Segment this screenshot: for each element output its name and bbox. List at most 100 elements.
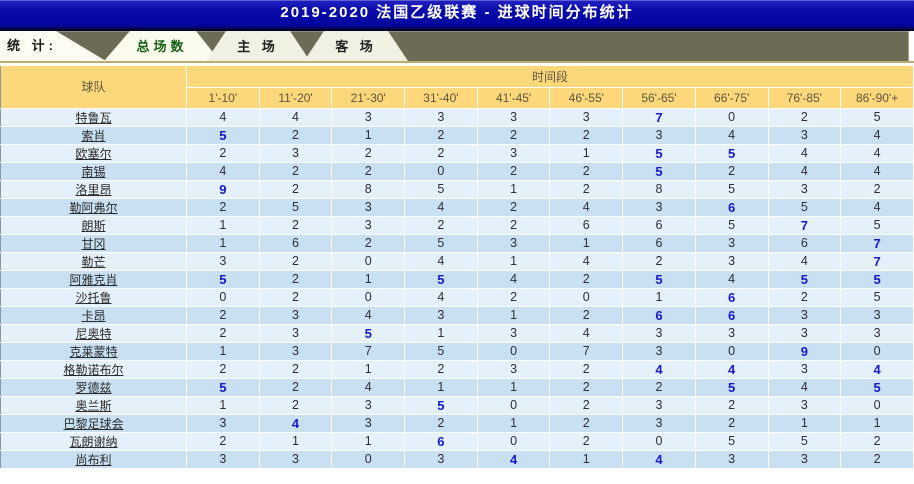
goal-count-cell: 2 [477, 216, 551, 235]
goal-count-cell: 5 [840, 378, 914, 397]
page-title: 2019-2020 法国乙级联赛 - 进球时间分布统计 [280, 4, 634, 21]
goal-count-cell: 2 [549, 414, 624, 433]
table-row: 巴黎足球会 3 4 3 2 1 2 3 2 1 1 [0, 414, 914, 433]
team-link[interactable]: 甘冈 [81, 237, 105, 251]
team-link[interactable]: 巴黎足球会 [63, 417, 123, 431]
goal-count-cell: 4 [549, 324, 624, 343]
goal-count-cell: 3 [331, 216, 406, 235]
goal-count-cell: 5 [404, 396, 478, 415]
team-cell: 尚布利 [0, 450, 187, 469]
table-row: 欧塞尔 2 3 2 2 3 1 5 5 4 4 [0, 144, 914, 163]
team-link[interactable]: 格勒诺布尔 [63, 363, 123, 377]
team-link[interactable]: 卡昂 [81, 309, 105, 323]
team-cell: 索肖 [0, 126, 187, 145]
time-column-header: 66'-75' [695, 87, 769, 109]
goal-count-cell: 4 [186, 162, 260, 181]
goal-count-cell: 4 [840, 144, 914, 163]
goal-count-cell: 5 [840, 270, 914, 289]
team-link[interactable]: 克莱蒙特 [69, 345, 117, 359]
goal-count-cell: 3 [840, 324, 914, 343]
team-cell: 洛里昂 [0, 180, 187, 199]
goal-count-cell: 5 [840, 288, 914, 307]
goal-count-cell: 5 [695, 432, 769, 451]
tab-home[interactable]: 主 场 [206, 31, 310, 61]
goal-count-cell: 4 [404, 288, 478, 307]
team-link[interactable]: 特鲁瓦 [75, 111, 111, 125]
goal-count-cell: 5 [186, 270, 260, 289]
goal-count-cell: 0 [477, 432, 551, 451]
goal-count-cell: 3 [331, 108, 406, 127]
goal-count-cell: 2 [404, 144, 478, 163]
goal-count-cell: 4 [695, 360, 769, 379]
goal-count-cell: 3 [622, 414, 696, 433]
goal-count-cell: 2 [840, 450, 914, 469]
goal-count-cell: 2 [259, 378, 333, 397]
table-row: 南锡 4 2 2 0 2 2 5 2 4 4 [0, 162, 914, 181]
team-link[interactable]: 奥兰斯 [75, 399, 111, 413]
team-link[interactable]: 沙托鲁 [75, 291, 111, 305]
goal-count-cell: 0 [331, 252, 406, 271]
tab-total-matches[interactable]: 总场数 [104, 31, 220, 61]
goal-count-cell: 5 [404, 180, 478, 199]
goal-count-cell: 0 [840, 342, 914, 361]
team-link[interactable]: 欧塞尔 [75, 147, 111, 161]
goal-count-cell: 6 [695, 198, 769, 217]
time-column-header: 46'-55' [549, 87, 624, 109]
team-link[interactable]: 罗德兹 [75, 381, 111, 395]
goal-count-cell: 2 [477, 126, 551, 145]
team-cell: 巴黎足球会 [0, 414, 187, 433]
goal-count-cell: 2 [404, 360, 478, 379]
team-link[interactable]: 南锡 [81, 165, 105, 179]
time-column-header: 41'-45' [477, 87, 551, 109]
goal-count-cell: 2 [622, 378, 696, 397]
tab-away[interactable]: 客 场 [304, 31, 408, 61]
team-link[interactable]: 勒阿弗尔 [69, 201, 117, 215]
team-link[interactable]: 朗斯 [81, 219, 105, 233]
team-link[interactable]: 瓦朗谢纳 [69, 435, 117, 449]
goal-count-cell: 1 [477, 414, 551, 433]
goal-count-cell: 3 [404, 306, 478, 325]
team-cell: 勒阿弗尔 [0, 198, 187, 217]
goal-count-cell: 7 [549, 342, 624, 361]
time-column-header: 86'-90'+ [840, 87, 914, 109]
goal-count-cell: 4 [259, 108, 333, 127]
goal-count-cell: 4 [549, 252, 624, 271]
team-link[interactable]: 尼奥特 [75, 327, 111, 341]
goal-count-cell: 4 [840, 360, 914, 379]
goal-count-cell: 2 [549, 162, 624, 181]
goal-count-cell: 1 [549, 450, 624, 469]
goal-count-cell: 0 [549, 288, 624, 307]
goal-count-cell: 5 [404, 342, 478, 361]
goal-count-cell: 2 [622, 252, 696, 271]
goal-count-cell: 2 [549, 180, 624, 199]
table-row: 尚布利 3 3 0 3 4 1 4 3 3 2 [0, 450, 914, 469]
goal-count-cell: 3 [477, 144, 551, 163]
table-row: 洛里昂 9 2 8 5 1 2 8 5 3 2 [0, 180, 914, 199]
goal-count-cell: 4 [404, 252, 478, 271]
table-row: 勒阿弗尔 2 5 3 4 2 4 3 6 5 4 [0, 198, 914, 217]
goal-count-cell: 4 [331, 378, 406, 397]
goal-count-cell: 1 [768, 414, 842, 433]
goal-count-cell: 5 [768, 432, 842, 451]
goal-count-cell: 2 [695, 162, 769, 181]
team-link[interactable]: 尚布利 [75, 453, 111, 467]
team-link[interactable]: 索肖 [81, 129, 105, 143]
team-link[interactable]: 勒芒 [81, 255, 105, 269]
team-cell: 南锡 [0, 162, 187, 181]
team-link[interactable]: 洛里昂 [75, 183, 111, 197]
goal-count-cell: 3 [186, 252, 260, 271]
team-cell: 沙托鲁 [0, 288, 187, 307]
goal-count-cell: 3 [768, 360, 842, 379]
goal-count-cell: 5 [695, 180, 769, 199]
goal-count-cell: 9 [186, 180, 260, 199]
goal-count-cell: 0 [840, 396, 914, 415]
header-row-1: 球队 时间段 [0, 66, 914, 109]
table-row: 沙托鲁 0 2 0 4 2 0 1 6 2 5 [0, 288, 914, 307]
team-link[interactable]: 阿雅克肖 [69, 273, 117, 287]
goal-count-cell: 3 [259, 324, 333, 343]
goal-count-cell: 3 [477, 360, 551, 379]
goal-count-cell: 6 [622, 234, 696, 253]
table-row: 勒芒 3 2 0 4 1 4 2 3 4 7 [0, 252, 914, 271]
goal-count-cell: 3 [622, 126, 696, 145]
table-row: 卡昂 2 3 4 3 1 2 6 6 3 3 [0, 306, 914, 325]
